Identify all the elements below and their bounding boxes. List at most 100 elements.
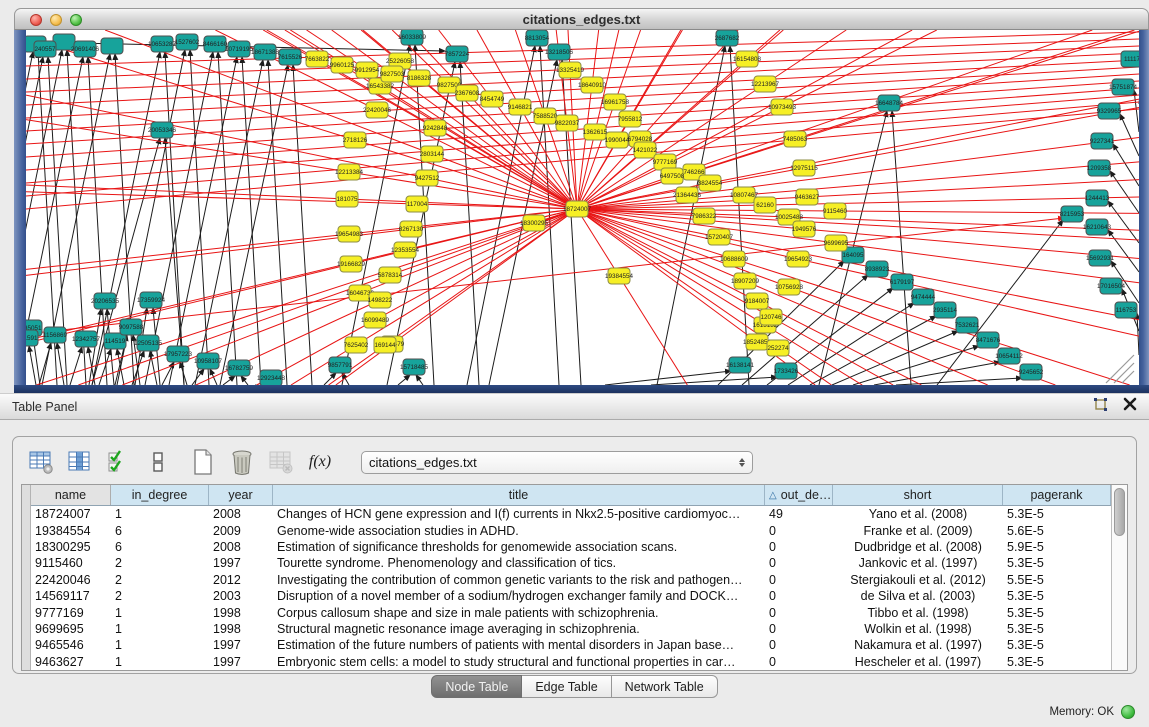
graph-node[interactable]: 2367608 xyxy=(455,85,480,101)
graph-node[interactable]: 17359924 xyxy=(137,292,166,308)
graph-node[interactable]: 8267130 xyxy=(399,221,424,237)
new-column-button[interactable] xyxy=(189,448,217,476)
window-titlebar[interactable]: citations_edges.txt xyxy=(14,8,1149,30)
graph-node[interactable]: 1949576 xyxy=(792,221,817,237)
select-columns-button[interactable] xyxy=(105,448,133,476)
column-header-in_degree[interactable]: in_degree xyxy=(111,485,209,505)
table-cell[interactable]: 9777169 xyxy=(31,606,111,620)
table-cell[interactable]: de Silva et al. (2003) xyxy=(833,589,1003,603)
table-cell[interactable]: 2 xyxy=(111,589,209,603)
table-cell[interactable]: Estimation of the future numbers of pati… xyxy=(273,638,765,652)
table-cell[interactable]: Structural magnetic resonance image aver… xyxy=(273,622,765,636)
graph-node[interactable]: 9463627 xyxy=(795,189,820,205)
table-row[interactable]: 2242004622012Investigating the contribut… xyxy=(31,572,1111,588)
graph-node[interactable]: 7986322 xyxy=(692,208,717,224)
table-row[interactable]: 1456911722003Disruption of a novel membe… xyxy=(31,588,1111,604)
table-cell[interactable]: 0 xyxy=(765,655,833,669)
graph-node[interactable]: 15718485 xyxy=(400,359,429,375)
graph-node[interactable]: 2687682 xyxy=(715,30,740,46)
table-cell[interactable]: 2008 xyxy=(209,540,273,554)
table-cell[interactable]: 22420046 xyxy=(31,573,111,587)
graph-node[interactable]: 7532621 xyxy=(955,317,980,333)
function-builder-button[interactable]: f(x) xyxy=(306,448,334,476)
table-cell[interactable]: Tourette syndrome. Phenomenology and cla… xyxy=(273,556,765,570)
table-cell[interactable]: 9115460 xyxy=(31,556,111,570)
citation-network-graph[interactable]: 2405572069140610653287152760284661601071… xyxy=(26,30,1139,385)
table-cell[interactable]: 6 xyxy=(111,540,209,554)
tab-network-table[interactable]: Network Table xyxy=(612,675,718,698)
graph-node[interactable]: 9242848 xyxy=(423,120,448,136)
graph-node[interactable]: 16033809 xyxy=(398,30,427,45)
table-cell[interactable]: 0 xyxy=(765,556,833,570)
table-cell[interactable]: 9699695 xyxy=(31,622,111,636)
graph-node[interactable]: 2803144 xyxy=(420,146,445,162)
graph-node[interactable]: 5878314 xyxy=(378,267,403,283)
graph-node[interactable]: 391591 xyxy=(26,330,38,346)
graph-node[interactable]: 181075 xyxy=(336,191,358,207)
table-cell[interactable]: 14569117 xyxy=(31,589,111,603)
graph-node[interactable]: 11117 xyxy=(1121,51,1139,67)
graph-node[interactable]: 15692931 xyxy=(1086,250,1115,266)
table-cell[interactable]: 5.3E-5 xyxy=(1003,556,1111,570)
graph-node[interactable]: 12213384 xyxy=(335,164,364,180)
vertical-scrollbar[interactable] xyxy=(1111,485,1127,670)
graph-node[interactable]: 9960125 xyxy=(330,57,355,73)
graph-node[interactable]: 120746 xyxy=(760,309,782,325)
graph-node[interactable]: 10654112 xyxy=(995,348,1023,364)
graph-node[interactable]: 9699695 xyxy=(824,235,849,251)
graph-node[interactable]: 10719195 xyxy=(225,41,254,57)
graph-node[interactable]: 169144 xyxy=(374,337,396,353)
zoom-button[interactable] xyxy=(70,14,82,26)
table-cell[interactable]: 1997 xyxy=(209,655,273,669)
table-cell[interactable]: 0 xyxy=(765,638,833,652)
graph-node[interactable]: 10653287 xyxy=(148,36,177,52)
tab-edge-table[interactable]: Edge Table xyxy=(522,675,611,698)
table-cell[interactable]: 2012 xyxy=(209,573,273,587)
graph-node[interactable]: 9245652 xyxy=(1019,364,1044,380)
graph-node[interactable]: 10756928 xyxy=(775,279,804,295)
graph-node[interactable]: 8471676 xyxy=(976,332,1001,348)
table-cell[interactable]: 5.3E-5 xyxy=(1003,606,1111,620)
delete-column-button[interactable] xyxy=(228,448,256,476)
table-cell[interactable]: 0 xyxy=(765,540,833,554)
graph-node[interactable] xyxy=(101,38,123,54)
graph-node[interactable]: 9115460 xyxy=(823,203,848,219)
graph-node[interactable]: 20206535 xyxy=(91,293,120,309)
table-cell[interactable]: 0 xyxy=(765,606,833,620)
table-cell[interactable]: 6 xyxy=(111,524,209,538)
table-row[interactable]: 969969511998Structural magnetic resonanc… xyxy=(31,621,1111,637)
table-cell[interactable]: 2 xyxy=(111,556,209,570)
graph-node[interactable]: 16210643 xyxy=(1083,219,1112,235)
graph-node[interactable]: 16154808 xyxy=(733,51,762,67)
graph-node[interactable]: 9097588 xyxy=(119,319,144,335)
graph-node[interactable]: 2718126 xyxy=(343,132,368,148)
graph-node[interactable]: 7615526 xyxy=(278,49,303,65)
delete-table-button[interactable] xyxy=(267,448,295,476)
graph-node[interactable]: 16648784 xyxy=(875,95,904,111)
graph-node[interactable]: 7955812 xyxy=(618,111,643,127)
table-cell[interactable]: 1 xyxy=(111,507,209,521)
graph-node[interactable]: 240557 xyxy=(34,41,56,57)
table-cell[interactable]: Hescheler et al. (1997) xyxy=(833,655,1003,669)
graph-node[interactable]: 18907209 xyxy=(731,273,760,289)
column-header-name[interactable]: name xyxy=(31,485,111,505)
graph-node[interactable]: 1733426 xyxy=(774,363,799,379)
graph-node[interactable]: 18300295 xyxy=(520,215,549,231)
graph-node[interactable]: 12342757 xyxy=(72,331,101,347)
graph-node[interactable]: 13325419 xyxy=(556,62,585,78)
graph-node[interactable]: 18640910 xyxy=(578,77,607,93)
graph-node[interactable]: 15751874 xyxy=(1109,79,1138,95)
table-cell[interactable]: Disruption of a novel member of a sodium… xyxy=(273,589,765,603)
column-header-year[interactable]: year xyxy=(209,485,273,505)
table-cell[interactable]: Dudbridge et al. (2008) xyxy=(833,540,1003,554)
table-cell[interactable]: 1997 xyxy=(209,638,273,652)
table-cell[interactable]: 18300295 xyxy=(31,540,111,554)
table-cell[interactable]: Yano et al. (2008) xyxy=(833,507,1003,521)
graph-node[interactable]: 18724007 xyxy=(563,201,592,217)
table-cell[interactable]: 9465546 xyxy=(31,638,111,652)
graph-node[interactable]: 62160 xyxy=(754,197,776,213)
graph-node[interactable]: 16099489 xyxy=(361,312,390,328)
scrollbar-thumb[interactable] xyxy=(1114,488,1125,536)
table-cell[interactable]: 0 xyxy=(765,573,833,587)
resize-grip-icon[interactable] xyxy=(1114,363,1134,383)
